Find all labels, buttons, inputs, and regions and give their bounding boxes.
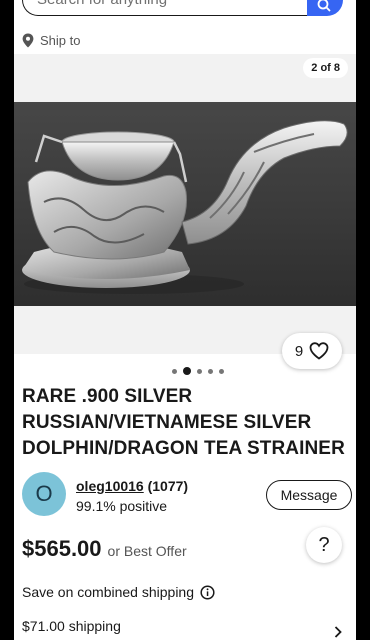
price-amount: $565.00 bbox=[22, 536, 102, 561]
watch-count: 9 bbox=[294, 342, 304, 360]
image-gallery[interactable]: 2 of 8 9 bbox=[14, 54, 356, 369]
chevron-right-icon[interactable] bbox=[334, 626, 342, 638]
listing-page: Search for anything Ship to 2 of 8 bbox=[14, 0, 356, 640]
ship-to-link[interactable]: Ship to bbox=[22, 30, 80, 50]
seller-positive-feedback: 99.1% positive bbox=[76, 498, 168, 514]
search-input[interactable]: Search for anything bbox=[22, 0, 308, 16]
watch-button[interactable]: 9 bbox=[282, 333, 342, 369]
pagination-dot[interactable] bbox=[197, 368, 202, 374]
ship-to-label: Ship to bbox=[40, 32, 81, 48]
seller-username[interactable]: oleg10016 bbox=[76, 478, 144, 494]
gallery-pagination-dots bbox=[14, 365, 356, 377]
price-row: $565.00 or Best Offer bbox=[22, 536, 187, 566]
product-photo[interactable] bbox=[14, 102, 356, 306]
shipping-cost: $71.00 shipping bbox=[22, 618, 121, 634]
info-icon[interactable] bbox=[200, 584, 215, 600]
combined-shipping[interactable]: Save on combined shipping bbox=[22, 584, 215, 600]
seller-avatar[interactable]: O bbox=[22, 472, 66, 516]
location-pin-icon bbox=[22, 33, 34, 47]
best-offer-text: or Best Offer bbox=[107, 543, 187, 559]
seller-name[interactable]: oleg10016 (1077) bbox=[76, 478, 188, 494]
heart-icon bbox=[309, 342, 329, 360]
search-bar: Search for anything bbox=[14, 0, 356, 16]
listing-title: RARE .900 SILVER RUSSIAN/VIETNAMESE SILV… bbox=[22, 386, 345, 459]
search-button[interactable] bbox=[307, 0, 343, 16]
search-icon bbox=[317, 0, 331, 12]
help-button[interactable]: ? bbox=[306, 527, 342, 563]
seller-card: O oleg10016 (1077) 99.1% positive Messag… bbox=[22, 472, 352, 518]
combined-shipping-label: Save on combined shipping bbox=[22, 584, 195, 600]
pagination-dot[interactable] bbox=[172, 368, 177, 374]
tea-strainer-image bbox=[22, 120, 348, 294]
pagination-dot-active[interactable] bbox=[183, 367, 191, 375]
pagination-dot[interactable] bbox=[219, 368, 224, 374]
message-button[interactable]: Message bbox=[266, 480, 352, 510]
seller-feedback-count: (1077) bbox=[147, 478, 189, 494]
pagination-dot[interactable] bbox=[208, 368, 213, 374]
image-counter: 2 of 8 bbox=[303, 58, 348, 78]
